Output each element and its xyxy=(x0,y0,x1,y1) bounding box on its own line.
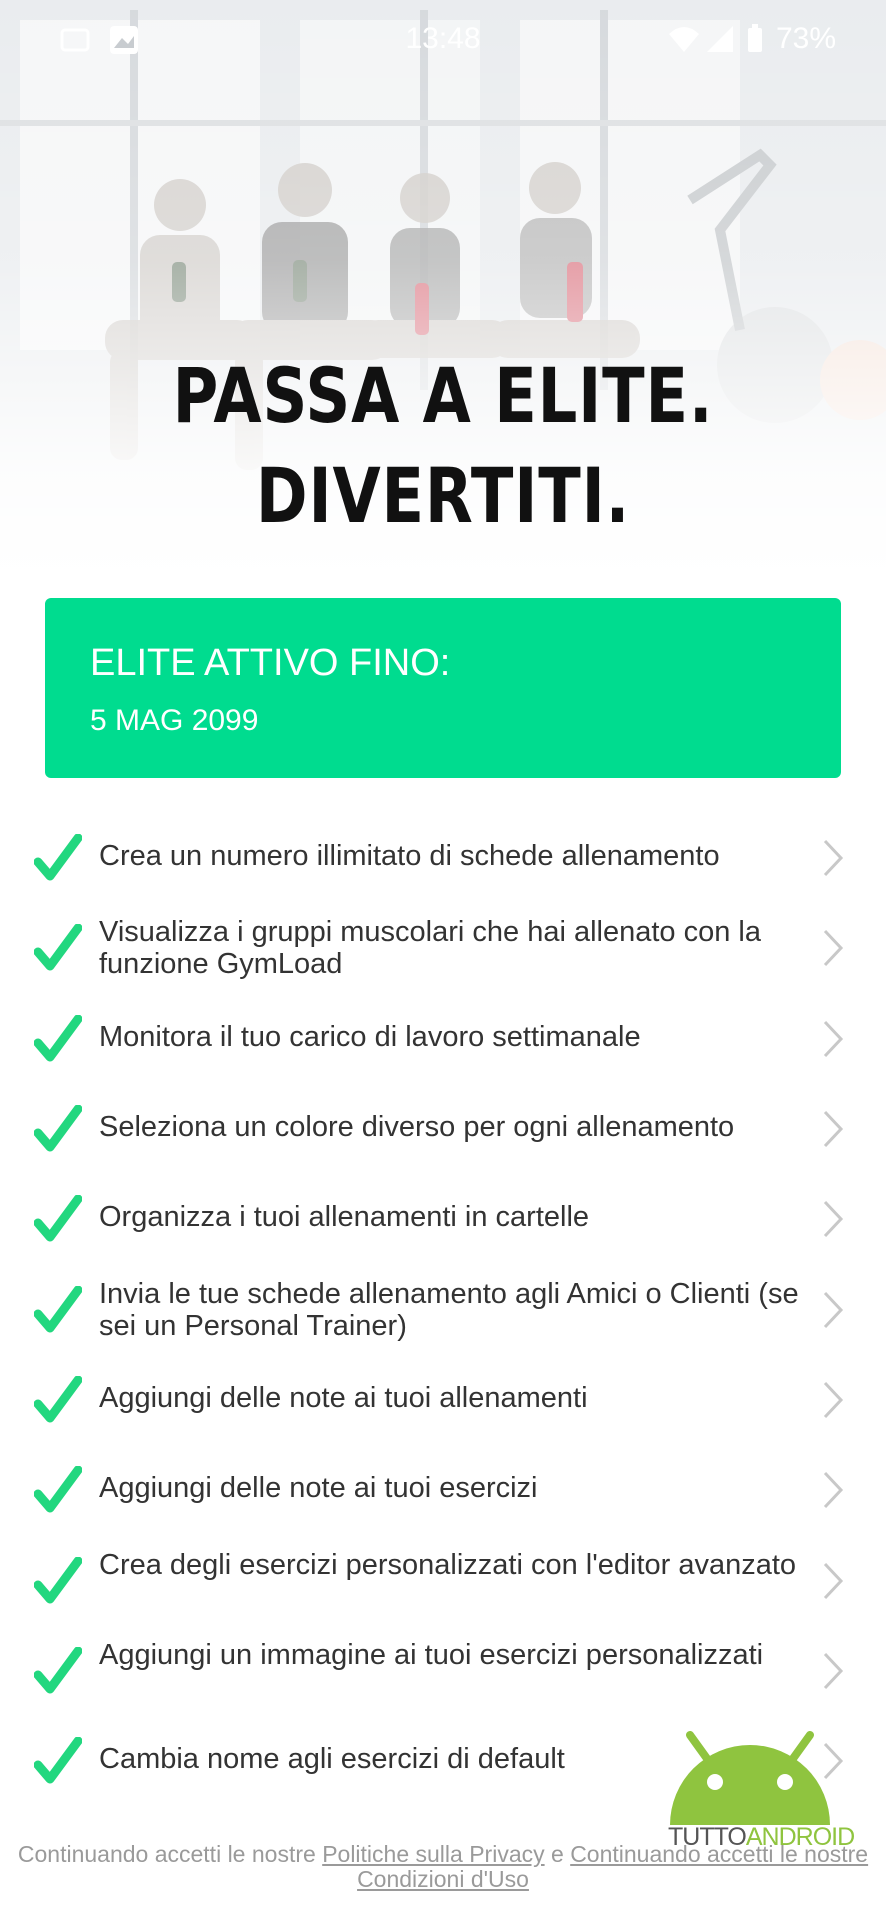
feature-text: Crea degli esercizi personalizzati con l… xyxy=(99,1549,797,1581)
feature-item[interactable]: Seleziona un colore diverso per ogni all… xyxy=(0,1081,886,1171)
check-icon xyxy=(34,1195,82,1242)
hero-banner: 13:48 73% PASSA A ELITE. DIVERTITI. xyxy=(0,0,886,580)
elite-expiry-date: 5 MAG 2099 xyxy=(90,704,259,737)
check-icon xyxy=(34,1737,82,1784)
check-icon xyxy=(34,1015,82,1062)
privacy-policy-link[interactable]: Politiche sulla Privacy xyxy=(322,1841,544,1867)
chevron-right-icon xyxy=(823,839,844,877)
feature-item[interactable]: Monitora il tuo carico di lavoro settima… xyxy=(0,991,886,1081)
chevron-right-icon xyxy=(823,1110,844,1148)
footer-prefix: Continuando accetti le nostre xyxy=(17,1841,316,1867)
check-icon xyxy=(34,1286,82,1333)
chevron-right-icon xyxy=(823,1020,844,1058)
battery-icon xyxy=(748,24,762,52)
check-icon xyxy=(34,1466,82,1513)
feature-text: Visualizza i gruppi muscolari che hai al… xyxy=(99,916,762,980)
feature-text: Aggiungi un immagine ai tuoi esercizi pe… xyxy=(99,1639,764,1671)
feature-item[interactable]: Aggiungi delle note ai tuoi esercizi xyxy=(0,1442,886,1532)
elite-status-card: ELITE ATTIVO FINO: 5 MAG 2099 xyxy=(45,598,841,778)
feature-item[interactable]: Aggiungi delle note ai tuoi allenamenti xyxy=(0,1352,886,1442)
feature-item[interactable]: Aggiungi un immagine ai tuoi esercizi pe… xyxy=(0,1623,886,1713)
feature-text: Invia le tue schede allenamento agli Ami… xyxy=(99,1278,799,1342)
check-icon xyxy=(34,1557,82,1604)
feature-text: Aggiungi delle note ai tuoi allenamenti xyxy=(99,1382,588,1414)
footer-conjunction: e xyxy=(551,1841,564,1867)
hero-title-line2: DIVERTITI. xyxy=(255,451,631,540)
chevron-right-icon xyxy=(823,1471,844,1509)
feature-text: Aggiungi delle note ai tuoi esercizi xyxy=(99,1472,538,1504)
feature-item[interactable]: Crea un numero illimitato di schede alle… xyxy=(0,810,886,900)
feature-item[interactable]: Visualizza i gruppi muscolari che hai al… xyxy=(0,900,886,990)
battery-percent: 73% xyxy=(775,22,836,55)
feature-text: Crea un numero illimitato di schede alle… xyxy=(99,840,720,872)
chevron-right-icon xyxy=(823,1652,844,1690)
signal-icon xyxy=(707,26,733,52)
feature-item[interactable]: Organizza i tuoi allenamenti in cartelle xyxy=(0,1171,886,1261)
check-icon xyxy=(34,924,82,971)
elite-label: ELITE ATTIVO FINO: xyxy=(90,642,451,684)
check-icon xyxy=(34,1105,82,1152)
watermark-part2: ANDROID xyxy=(745,1823,855,1851)
chevron-right-icon xyxy=(823,1562,844,1600)
feature-text: Organizza i tuoi allenamenti in cartelle xyxy=(99,1201,590,1233)
chevron-right-icon xyxy=(823,1381,844,1419)
chevron-right-icon xyxy=(823,929,844,967)
feature-text: Seleziona un colore diverso per ogni all… xyxy=(99,1111,735,1143)
android-logo-icon xyxy=(670,1731,830,1825)
feature-text: Monitora il tuo carico di lavoro settima… xyxy=(99,1021,641,1053)
feature-item[interactable]: Crea degli esercizi personalizzati con l… xyxy=(0,1533,886,1623)
feature-item[interactable]: Invia le tue schede allenamento agli Ami… xyxy=(0,1262,886,1352)
watermark-text: TUTTOANDROID xyxy=(668,1823,855,1852)
chevron-right-icon xyxy=(823,1291,844,1329)
wifi-icon xyxy=(669,27,699,52)
chevron-right-icon xyxy=(823,1200,844,1238)
hero-title-line1: PASSA A ELITE. xyxy=(172,351,714,440)
watermark-part1: TUTTO xyxy=(668,1823,747,1851)
check-icon xyxy=(34,1376,82,1423)
check-icon xyxy=(34,834,82,881)
check-icon xyxy=(34,1647,82,1694)
status-bar: 13:48 73% xyxy=(0,0,886,80)
